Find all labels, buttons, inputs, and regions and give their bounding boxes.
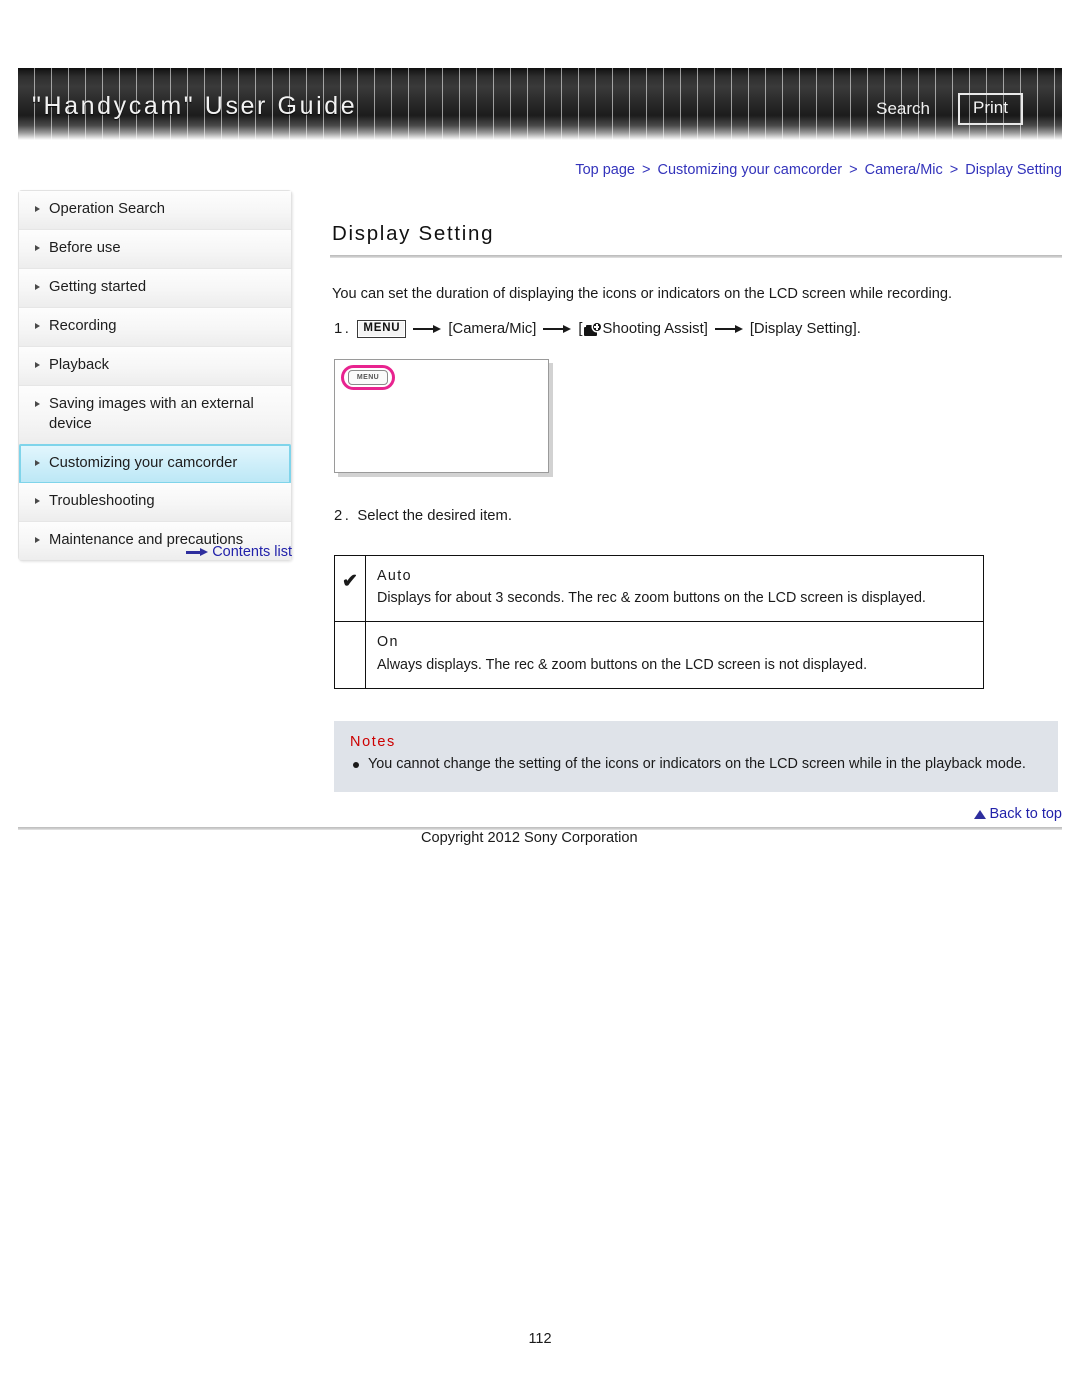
site-title: "Handycam" User Guide — [32, 92, 358, 120]
shooting-assist-camera-icon — [583, 323, 601, 337]
chevron-right-icon — [35, 497, 40, 504]
breadcrumb-separator: > — [849, 162, 858, 178]
site-header-banner: "Handycam" User Guide Search Print — [18, 68, 1062, 140]
options-table: ✔ Auto Displays for about 3 seconds. The… — [334, 554, 984, 690]
notes-box: Notes You cannot change the setting of t… — [334, 721, 1058, 792]
step-1-number: 1. — [334, 321, 352, 338]
sidebar-item-label: Recording — [49, 317, 117, 334]
print-button[interactable]: Print — [958, 93, 1023, 125]
step-2: 2. Select the desired item. — [334, 505, 1062, 527]
chevron-right-icon — [35, 244, 40, 251]
sidebar-item-troubleshooting[interactable]: Troubleshooting — [19, 482, 291, 522]
table-row: On Always displays. The rec & zoom butto… — [334, 621, 984, 690]
step-1-display-setting: [Display Setting]. — [749, 321, 861, 338]
sidebar-item-label: Saving images with an external device — [49, 395, 254, 432]
copyright-text: Copyright 2012 Sony Corporation — [421, 830, 638, 846]
search-link[interactable]: Search — [876, 99, 930, 119]
menu-button-icon: MENU — [357, 320, 407, 339]
option-cell: On Always displays. The rec & zoom butto… — [365, 621, 984, 690]
intro-paragraph: You can set the duration of displaying t… — [332, 286, 953, 302]
sidebar-item-customizing-your-camcorder[interactable]: Customizing your camcorder — [19, 443, 291, 484]
sidebar-item-before-use[interactable]: Before use — [19, 229, 291, 269]
breadcrumb-item-display-setting[interactable]: Display Setting — [965, 162, 1062, 178]
lcd-screen-illustration: MENU — [334, 359, 549, 474]
sidebar-item-label: Playback — [49, 356, 110, 373]
chevron-right-icon — [35, 400, 40, 407]
breadcrumb-item-top-page[interactable]: Top page — [575, 162, 635, 178]
contents-list-label: Contents list — [212, 544, 292, 560]
breadcrumb-separator: > — [642, 162, 651, 178]
option-description: Displays for about 3 seconds. The rec & … — [377, 589, 926, 606]
contents-list-link[interactable]: Contents list — [18, 544, 292, 560]
step-1: 1. MENU [Camera/Mic] [ Shooting Assist] … — [334, 318, 1062, 340]
table-row: ✔ Auto Displays for about 3 seconds. The… — [334, 554, 984, 623]
sidebar-item-label: Operation Search — [49, 201, 165, 217]
figure-menu-button-icon: MENU — [348, 370, 388, 386]
breadcrumb-item-customizing-your-camcorder[interactable]: Customizing your camcorder — [658, 162, 843, 178]
arrow-right-icon — [543, 324, 572, 334]
breadcrumb: Top page > Customizing your camcorder > … — [575, 162, 1062, 178]
chevron-right-icon — [35, 283, 40, 290]
arrow-right-icon — [714, 324, 743, 334]
back-to-top-label: Back to top — [989, 806, 1062, 822]
step-1-open-bracket: [ — [578, 321, 583, 338]
chevron-right-icon — [35, 361, 40, 368]
sidebar-navigation: Operation Search Before use Getting star… — [18, 190, 292, 561]
option-description: Always displays. The rec & zoom buttons … — [377, 656, 868, 673]
sidebar-item-getting-started[interactable]: Getting started — [19, 268, 291, 308]
step-2-number: 2. — [334, 508, 352, 525]
page-title: Display Setting — [332, 222, 495, 245]
page-number: 112 — [528, 1331, 552, 1347]
chevron-right-icon — [35, 322, 40, 329]
sidebar-item-label: Getting started — [49, 278, 147, 295]
sidebar-item-recording[interactable]: Recording — [19, 307, 291, 347]
back-to-top-link[interactable]: Back to top — [974, 806, 1062, 822]
step-1-camera-mic: [Camera/Mic] — [448, 321, 537, 338]
chevron-right-icon — [35, 206, 40, 212]
arrow-right-icon — [413, 324, 442, 334]
sidebar-item-playback[interactable]: Playback — [19, 346, 291, 386]
sidebar-item-label: Before use — [49, 239, 121, 256]
sidebar-item-saving-images-with-an-external-device[interactable]: Saving images with an external device — [19, 385, 291, 445]
notes-title: Notes — [350, 734, 396, 751]
option-name: On — [377, 634, 399, 651]
arrow-right-icon — [186, 548, 209, 557]
option-selected-checkmark-icon — [334, 621, 366, 690]
chevron-right-icon — [35, 459, 40, 466]
chevron-right-icon — [35, 536, 40, 543]
sidebar-item-operation-search[interactable]: Operation Search — [19, 191, 291, 230]
option-cell: Auto Displays for about 3 seconds. The r… — [365, 554, 984, 623]
main-content: Display Setting You can set the duration… — [330, 222, 1062, 792]
note-item: You cannot change the setting of the ico… — [350, 754, 1042, 776]
option-selected-checkmark-icon: ✔ — [334, 554, 366, 623]
breadcrumb-separator: > — [949, 162, 959, 178]
title-divider — [330, 255, 1062, 258]
sidebar-item-label: Troubleshooting — [49, 492, 155, 509]
breadcrumb-item-camera-mic[interactable]: Camera/Mic — [865, 162, 943, 178]
step-2-text: Select the desired item. — [357, 508, 512, 525]
sidebar-item-label: Customizing your camcorder — [49, 454, 238, 471]
option-name: Auto — [377, 567, 413, 584]
triangle-up-icon — [974, 810, 987, 819]
step-1-shooting-assist: Shooting Assist] — [602, 321, 708, 338]
